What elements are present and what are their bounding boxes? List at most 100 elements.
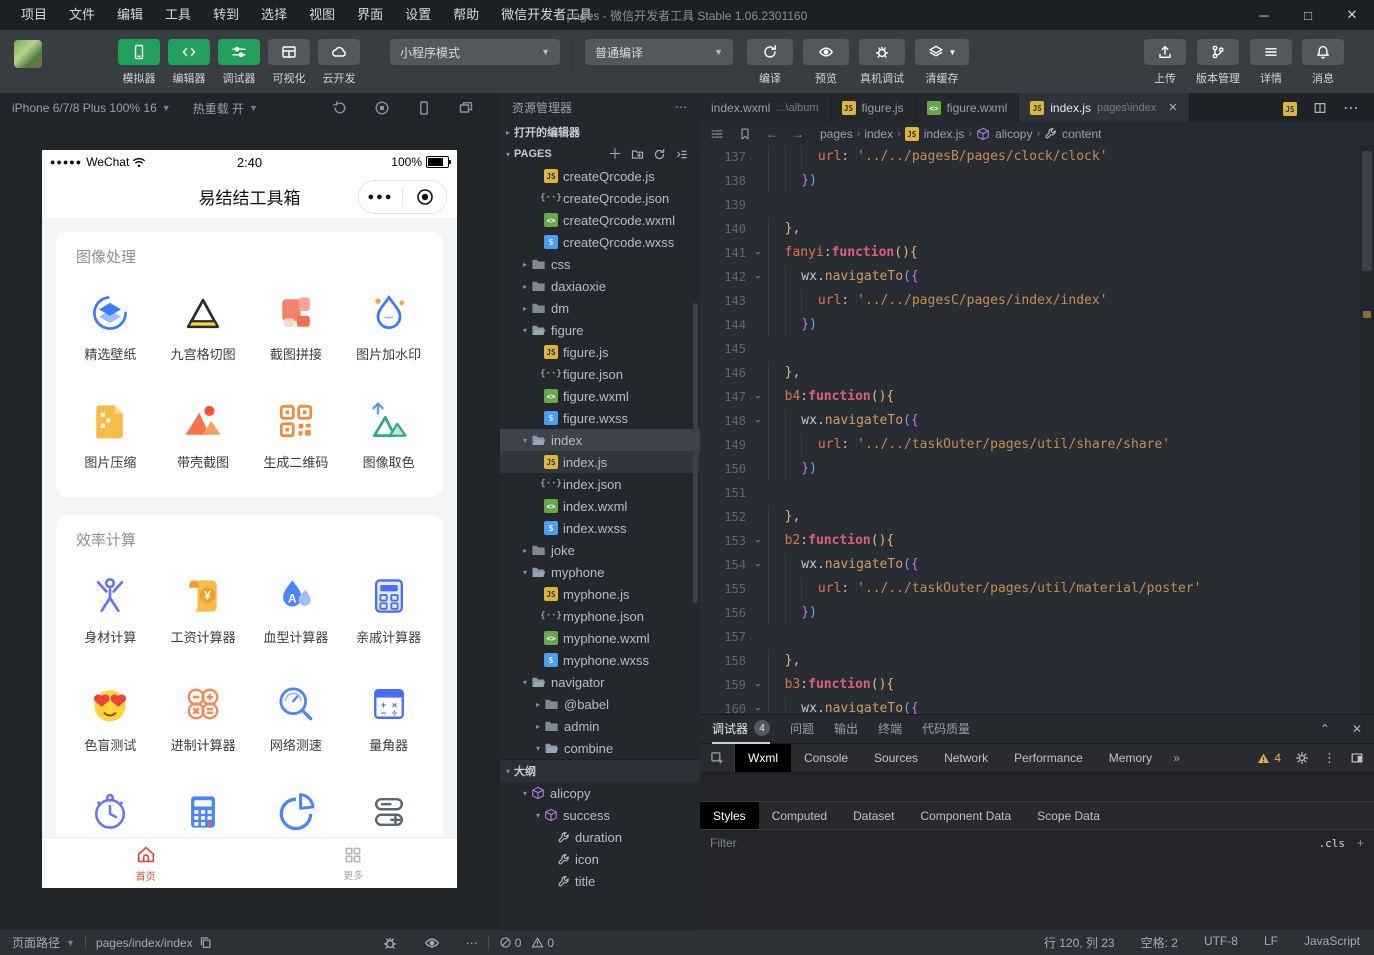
menu-界面[interactable]: 界面: [346, 0, 394, 30]
tree-item-myphone.wxss[interactable]: Smyphone.wxss: [500, 649, 700, 671]
forward-icon[interactable]: →: [792, 127, 804, 141]
copy-path-icon[interactable]: [199, 936, 212, 949]
panel-tab-输出[interactable]: 输出: [834, 714, 858, 742]
close-button[interactable]: ✕: [1330, 0, 1374, 30]
toolbar-button-清缓存[interactable]: ▼清缓存: [915, 39, 969, 86]
editor-tab-index.js[interactable]: JSindex.jspages\index✕: [1019, 93, 1189, 122]
devtools-tab-Console[interactable]: Console: [791, 744, 861, 772]
toolbar-button-调试器[interactable]: 调试器: [218, 39, 260, 86]
tree-item-figure.wxss[interactable]: Sfigure.wxss: [500, 407, 700, 429]
app-item-量角器[interactable]: + ×− ÷量角器: [342, 682, 435, 754]
toolbar-button-编译[interactable]: 编译: [747, 39, 793, 86]
breadcrumb-item-index[interactable]: index: [864, 127, 893, 141]
refresh-icon[interactable]: [653, 148, 666, 161]
toolbar-button-编辑器[interactable]: 编辑器: [168, 39, 210, 86]
editor-tab-figure.js[interactable]: JSfigure.js: [831, 93, 916, 122]
fold-icon[interactable]: ›: [746, 673, 768, 697]
tree-item-navigator[interactable]: ▾navigator: [500, 671, 700, 693]
app-item-带壳截图[interactable]: 带壳截图: [157, 399, 250, 471]
problems-counter[interactable]: 0 0: [499, 936, 554, 950]
devtools-tab-Memory[interactable]: Memory: [1096, 744, 1165, 772]
back-icon[interactable]: ←: [766, 127, 778, 141]
indentation[interactable]: 空格: 2: [1141, 934, 1178, 951]
new-folder-icon[interactable]: [631, 148, 644, 161]
tree-item-css[interactable]: ▸css: [500, 253, 700, 275]
app-item-生成二维码[interactable]: 生成二维码: [250, 399, 343, 471]
fold-icon[interactable]: ›: [746, 265, 768, 289]
devtools-tab-Performance[interactable]: Performance: [1001, 744, 1096, 772]
tree-item-index.json[interactable]: {··}index.json: [500, 473, 700, 495]
tree-item-index.js[interactable]: JSindex.js: [500, 451, 700, 473]
explorer-scrollbar[interactable]: [693, 303, 698, 603]
windows-icon[interactable]: [458, 100, 474, 116]
encoding[interactable]: UTF-8: [1204, 934, 1238, 951]
device-icon[interactable]: [416, 100, 432, 116]
fold-icon[interactable]: ›: [746, 553, 768, 577]
devtools-settings-icon[interactable]: [1295, 751, 1309, 765]
app-item-计时器[interactable]: 计时器: [157, 790, 250, 838]
more-status-icon[interactable]: ⋯: [466, 936, 478, 950]
tree-item-index.wxss[interactable]: Sindex.wxss: [500, 517, 700, 539]
tree-item-myphone[interactable]: ▾myphone: [500, 561, 700, 583]
tree-item-myphone.json[interactable]: {··}myphone.json: [500, 605, 700, 627]
menu-选择[interactable]: 选择: [250, 0, 298, 30]
filter-input[interactable]: Filter: [710, 836, 737, 850]
menu-项目[interactable]: 项目: [10, 0, 58, 30]
wxml-tree-area[interactable]: [700, 772, 1374, 801]
styles-tab-Dataset[interactable]: Dataset: [840, 802, 907, 829]
dock-side-icon[interactable]: [1350, 751, 1364, 765]
panel-tab-调试器[interactable]: 调试器4: [712, 714, 770, 744]
tree-item-createQrcode.json[interactable]: {··}createQrcode.json: [500, 187, 700, 209]
tree-item-title[interactable]: title: [500, 870, 700, 892]
app-item-图像取色[interactable]: 图像取色: [342, 399, 435, 471]
tree-item-figure.js[interactable]: JSfigure.js: [500, 341, 700, 363]
bookmark-icon[interactable]: [738, 127, 752, 141]
breadcrumb-item-alicopy[interactable]: alicopy: [976, 127, 1032, 141]
app-item-进制计算器[interactable]: 进制计算器: [157, 682, 250, 754]
tree-item-admin[interactable]: ▸admin: [500, 715, 700, 737]
app-item-血型计算器[interactable]: A血型计算器: [250, 574, 343, 646]
hot-reload-toggle[interactable]: 热重载 开▼: [193, 100, 258, 117]
toolbar-button-可视化[interactable]: 可视化: [268, 39, 310, 86]
inspect-element-icon[interactable]: [700, 744, 735, 772]
tree-item-myphone.js[interactable]: JSmyphone.js: [500, 583, 700, 605]
more-actions-icon[interactable]: ⋯: [1343, 98, 1360, 118]
fold-icon[interactable]: ›: [746, 409, 768, 433]
toolbar-button-版本管理[interactable]: 版本管理: [1196, 39, 1240, 86]
app-item-计数器[interactable]: 计数器: [342, 790, 435, 838]
panel-tab-问题[interactable]: 问题: [790, 714, 814, 742]
devtools-menu-icon[interactable]: ⋮: [1323, 750, 1336, 766]
page-path-dropdown[interactable]: 页面路径▼: [0, 934, 75, 951]
menu-转到[interactable]: 转到: [202, 0, 250, 30]
styles-tab-Computed[interactable]: Computed: [759, 802, 840, 829]
tree-item-figure[interactable]: ▾figure: [500, 319, 700, 341]
preview-status-icon[interactable]: [424, 935, 440, 951]
menu-文件[interactable]: 文件: [58, 0, 106, 30]
styles-tab-Styles[interactable]: Styles: [700, 802, 759, 829]
tree-item-duration[interactable]: duration: [500, 826, 700, 848]
app-item-色盲测试[interactable]: 色盲测试: [64, 682, 157, 754]
panel-close-icon[interactable]: ✕: [1352, 722, 1362, 736]
tree-item-success[interactable]: ▾success: [500, 804, 700, 826]
menu-微信开发者工具[interactable]: 微信开发者工具: [490, 0, 603, 30]
record-icon[interactable]: [374, 100, 390, 116]
styles-tab-Component Data[interactable]: Component Data: [907, 802, 1024, 829]
split-editor-icon[interactable]: [1313, 101, 1327, 115]
toolbar-button-真机调试[interactable]: 真机调试: [859, 39, 905, 86]
app-item-身材计算[interactable]: 身材计算: [64, 574, 157, 646]
app-item-全屏时钟[interactable]: 全屏时钟: [64, 790, 157, 838]
outline-list-icon[interactable]: [710, 127, 724, 141]
language-mode[interactable]: JavaScript: [1304, 934, 1360, 951]
tree-item-@babel[interactable]: ▸@babel: [500, 693, 700, 715]
toolbar-button-消息[interactable]: 消息: [1302, 39, 1344, 86]
app-item-工资计算器[interactable]: ¥工资计算器: [157, 574, 250, 646]
app-item-随机数字[interactable]: 随机数字: [250, 790, 343, 838]
breadcrumb-item-content[interactable]: content: [1044, 127, 1101, 141]
tab-首页[interactable]: 首页: [42, 838, 250, 888]
close-tab-icon[interactable]: ✕: [1168, 101, 1177, 114]
menu-工具[interactable]: 工具: [154, 0, 202, 30]
device-select[interactable]: iPhone 6/7/8 Plus 100% 16▼: [12, 101, 171, 115]
tree-item-index.wxml[interactable]: <>index.wxml: [500, 495, 700, 517]
outline-section[interactable]: ▾ 大纲: [500, 759, 700, 782]
tree-item-alicopy[interactable]: ▾alicopy: [500, 782, 700, 804]
